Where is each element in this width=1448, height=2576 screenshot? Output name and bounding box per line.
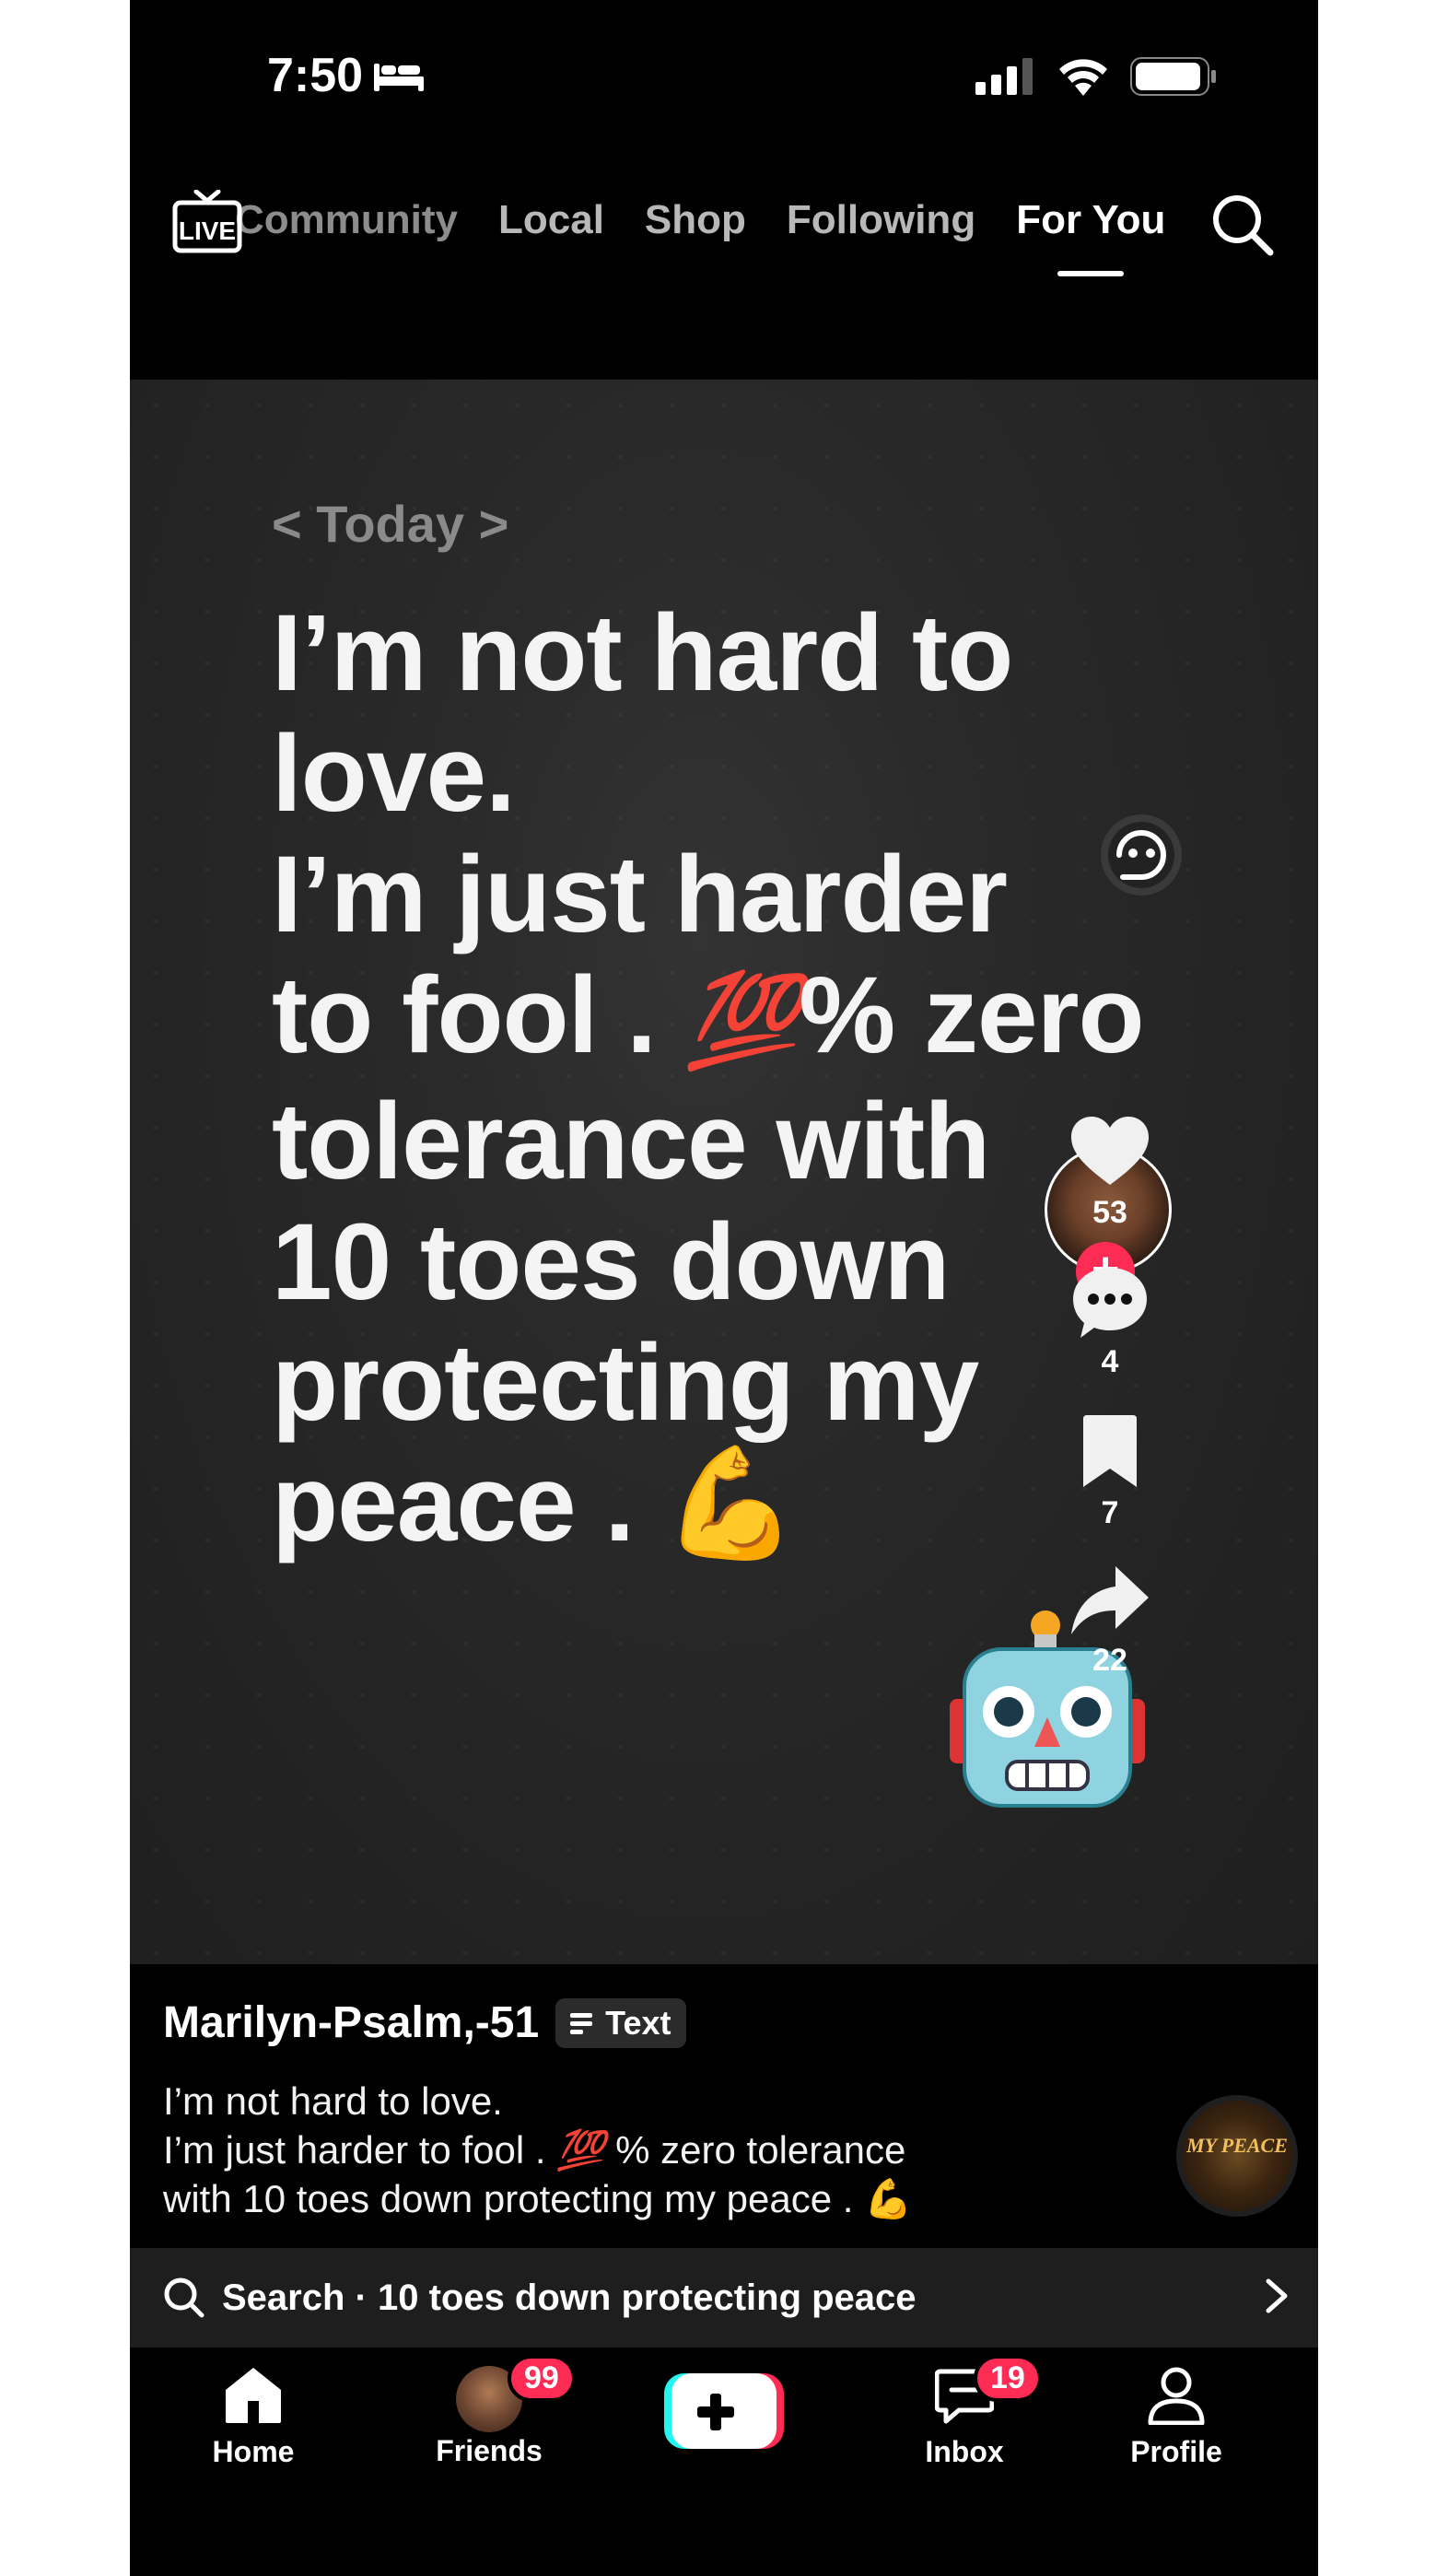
bookmark-action[interactable]: 7 xyxy=(1055,1415,1165,1531)
feed-tabs: Community Local Shop Following For You xyxy=(235,197,1165,276)
chevron-right-icon xyxy=(1266,2278,1288,2313)
comment-icon xyxy=(1073,1268,1147,1338)
share-action[interactable]: 22 xyxy=(1055,1566,1165,1679)
share-icon xyxy=(1071,1566,1149,1634)
active-tab-indicator xyxy=(1057,271,1125,276)
create-post-button[interactable] xyxy=(664,2373,784,2449)
author-name[interactable]: Marilyn-Psalm,-51 xyxy=(163,1997,539,2048)
bookmark-icon xyxy=(1083,1415,1137,1487)
wifi-icon xyxy=(1059,59,1107,96)
hundred-emoji: 💯 xyxy=(684,969,800,1072)
music-disc[interactable]: MY PEACE xyxy=(1176,2095,1298,2217)
status-icons xyxy=(975,57,1217,96)
share-count: 22 xyxy=(1092,1643,1127,1678)
bottom-navigation: Home Friends 99 Inbox 19 Profile xyxy=(130,2348,1318,2576)
bookmark-count: 7 xyxy=(1101,1495,1119,1530)
related-search-bar[interactable]: Search · 10 toes down protecting peace xyxy=(130,2248,1318,2348)
quote-text: I’m not hard to love. I’m just harder to… xyxy=(272,592,1145,1564)
battery-icon xyxy=(1130,57,1216,96)
like-count: 53 xyxy=(1092,1195,1127,1230)
tab-shop[interactable]: Shop xyxy=(645,197,746,243)
live-icon[interactable]: LIVE xyxy=(172,190,242,254)
comment-count: 4 xyxy=(1101,1344,1119,1379)
nav-profile[interactable]: Profile xyxy=(1093,2366,1259,2469)
cellular-signal-icon xyxy=(975,58,1033,95)
text-lines-icon xyxy=(570,2012,593,2034)
like-action[interactable]: 53 xyxy=(1055,1117,1165,1231)
search-icon[interactable] xyxy=(1209,192,1276,258)
today-label: < Today > xyxy=(272,495,509,553)
tab-following[interactable]: Following xyxy=(787,197,975,243)
svg-text:LIVE: LIVE xyxy=(179,217,236,245)
tab-for-you[interactable]: For You xyxy=(1016,197,1165,276)
inbox-badge: 19 xyxy=(974,2355,1042,2402)
video-caption[interactable]: I’m not hard to love. I’m just harder to… xyxy=(163,2077,1121,2223)
search-icon xyxy=(164,2277,204,2318)
text-post-badge: Text xyxy=(555,1997,686,2048)
comment-action[interactable]: 4 xyxy=(1055,1266,1165,1380)
nav-friends[interactable]: Friends 99 xyxy=(406,2355,576,2468)
sleep-bed-icon xyxy=(374,64,425,91)
ai-face-icon[interactable] xyxy=(1099,813,1184,897)
status-time: 7:50 xyxy=(267,48,425,103)
nav-home[interactable]: Home xyxy=(170,2366,336,2469)
nav-inbox[interactable]: Inbox 19 xyxy=(882,2355,1047,2469)
tab-community[interactable]: Community xyxy=(235,197,458,243)
home-icon xyxy=(226,2368,281,2423)
top-navigation: LIVE Community Local Shop Following For … xyxy=(130,184,1318,276)
author-row: Marilyn-Psalm,-51 Text xyxy=(163,1997,686,2048)
related-search-text: Search · 10 toes down protecting peace xyxy=(222,2277,917,2318)
phone-screen: 7:50 LIVE Community Local Shop Following… xyxy=(130,0,1318,2576)
friends-badge: 99 xyxy=(508,2355,576,2402)
tab-local[interactable]: Local xyxy=(498,197,604,243)
heart-icon xyxy=(1071,1117,1149,1185)
profile-icon xyxy=(1148,2367,1205,2426)
